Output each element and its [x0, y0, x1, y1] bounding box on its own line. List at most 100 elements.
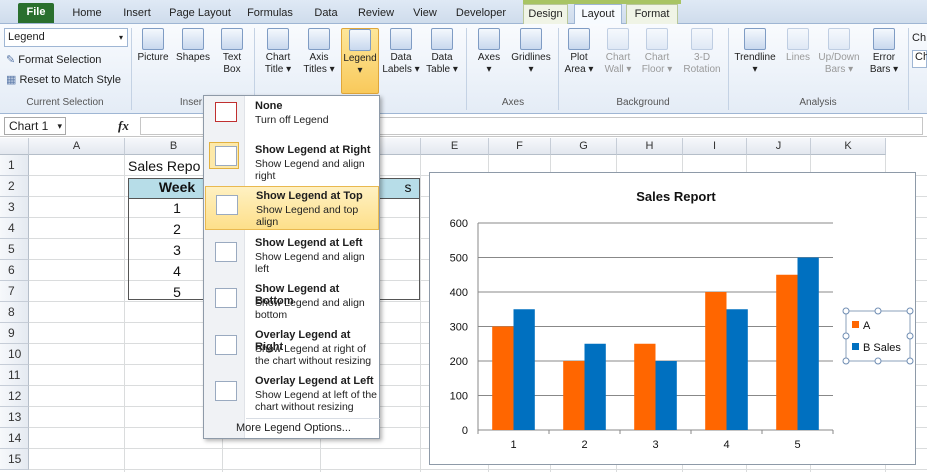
gridlines-button[interactable]: Gridlines ▾ — [508, 28, 554, 76]
tab-review[interactable]: Review — [354, 4, 398, 24]
error-bars-label-1: Error — [872, 52, 896, 63]
tab-insert[interactable]: Insert — [118, 4, 156, 24]
menu-item-overlay-right[interactable]: Overlay Legend at Right Show Legend at r… — [205, 326, 379, 372]
row-header-14[interactable]: 14 — [0, 428, 29, 449]
chart-title-button[interactable]: Chart Title ▾ — [259, 28, 297, 76]
picture-icon — [142, 28, 164, 50]
row-header-8[interactable]: 8 — [0, 302, 29, 323]
x-tick-label: 3 — [652, 439, 658, 451]
column-header-a[interactable]: A — [29, 138, 125, 155]
selection-handle — [874, 357, 882, 365]
data-labels-button[interactable]: Data Labels ▾ — [381, 28, 421, 76]
name-box[interactable]: Chart 1 ▾ — [4, 117, 66, 135]
trendline-button[interactable]: Trendline ▾ — [731, 28, 779, 76]
tab-view[interactable]: View — [407, 4, 443, 24]
data-table-button[interactable]: Data Table ▾ — [422, 28, 462, 76]
error-bars-icon — [873, 28, 895, 50]
row-header-5[interactable]: 5 — [0, 239, 29, 260]
menu-item-legend-right[interactable]: Show Legend at Right Show Legend and ali… — [205, 140, 379, 184]
menu-item-none[interactable]: None Turn off Legend — [205, 98, 379, 136]
chart-wall-button[interactable]: Chart Wall ▾ — [601, 28, 635, 76]
shapes-button[interactable]: Shapes — [173, 28, 213, 64]
group-separator — [131, 28, 132, 110]
row-header-7[interactable]: 7 — [0, 281, 29, 302]
bar-a — [492, 326, 514, 430]
gridlines-label: Gridlines — [511, 52, 551, 63]
y-tick-label: 400 — [450, 287, 468, 299]
text-box-button[interactable]: Text Box — [215, 28, 249, 76]
chevron-down-icon: ▾ — [357, 65, 363, 76]
reset-to-match-style-button[interactable]: ▦ Reset to Match Style — [6, 73, 121, 87]
tab-home[interactable]: Home — [68, 4, 106, 24]
row-header-6[interactable]: 6 — [0, 260, 29, 281]
shapes-label: Shapes — [176, 52, 210, 63]
axes-button[interactable]: Axes ▾ — [472, 28, 506, 76]
selection-handle — [874, 307, 882, 315]
3d-rotation-button[interactable]: 3-D Rotation — [680, 28, 724, 76]
column-header-k[interactable]: K — [811, 138, 886, 155]
tab-data[interactable]: Data — [308, 4, 344, 24]
row-header-4[interactable]: 4 — [0, 218, 29, 239]
tab-formulas[interactable]: Formulas — [243, 4, 297, 24]
menu-item-legend-bottom[interactable]: Show Legend at Bottom Show Legend and al… — [205, 280, 379, 324]
plot-area-button[interactable]: Plot Area ▾ — [562, 28, 596, 76]
row-header-3[interactable]: 3 — [0, 197, 29, 218]
chart-object[interactable]: Sales Report 0 100 200 300 400 500 600 1 2 3 4 5 A B S… — [429, 172, 916, 465]
row-header-9[interactable]: 9 — [0, 323, 29, 344]
tab-design[interactable]: Design — [523, 4, 568, 24]
row-header-2[interactable]: 2 — [0, 176, 29, 197]
row-header-12[interactable]: 12 — [0, 386, 29, 407]
ribbon: Legend ▾ ✎ Format Selection ▦ Reset to M… — [0, 24, 927, 114]
tab-layout[interactable]: Layout — [574, 4, 622, 25]
group-separator — [466, 28, 467, 110]
cell-title[interactable]: Sales Repo — [128, 158, 208, 174]
chart-floor-button[interactable]: Chart Floor ▾ — [638, 28, 676, 76]
menu-item-title: More Legend Options... — [236, 422, 351, 434]
error-bars-button[interactable]: Error Bars ▾ — [866, 28, 902, 76]
data-table-icon — [431, 28, 453, 50]
y-tick-label: 200 — [450, 356, 468, 368]
plot-area-icon — [568, 28, 590, 50]
row-header-10[interactable]: 10 — [0, 344, 29, 365]
column-header-f[interactable]: F — [489, 138, 551, 155]
data-table-label-1: Data — [431, 52, 453, 63]
lines-icon — [787, 28, 809, 50]
picture-button[interactable]: Picture — [134, 28, 172, 64]
menu-item-overlay-left[interactable]: Overlay Legend at Left Show Legend at le… — [205, 372, 379, 418]
ribbon-tab-bar: File Home Insert Page Layout Formulas Da… — [0, 0, 927, 25]
chart-name-field[interactable]: Ch — [912, 50, 927, 68]
row-header-15[interactable]: 15 — [0, 449, 29, 470]
format-selection-button[interactable]: ✎ Format Selection — [6, 53, 101, 67]
bar-a — [563, 361, 585, 430]
column-header-g[interactable]: G — [551, 138, 617, 155]
y-tick-label: 600 — [450, 218, 468, 230]
plot-area-label-1: Plot — [570, 52, 588, 63]
axis-titles-button[interactable]: Axis Titles ▾ — [299, 28, 339, 76]
selection-handle — [906, 357, 914, 365]
tab-developer[interactable]: Developer — [452, 4, 510, 24]
tab-file[interactable]: File — [18, 3, 54, 23]
menu-item-legend-left[interactable]: Show Legend at Left Show Legend and alig… — [205, 234, 379, 278]
up-down-bars-icon — [828, 28, 850, 50]
legend-button[interactable]: Legend ▾ — [341, 28, 379, 94]
cell-header-fragment[interactable]: s — [398, 179, 418, 195]
row-header-11[interactable]: 11 — [0, 365, 29, 386]
menu-item-legend-top[interactable]: Show Legend at Top Show Legend and top a… — [205, 186, 379, 230]
column-header-h[interactable]: H — [617, 138, 683, 155]
group-label-current-selection: Current Selection — [26, 97, 104, 108]
up-down-bars-button[interactable]: Up/Down Bars ▾ — [815, 28, 863, 76]
tab-format[interactable]: Format — [626, 4, 678, 24]
row-header-1[interactable]: 1 — [0, 155, 29, 176]
menu-item-more-legend-options[interactable]: More Legend Options... — [205, 420, 379, 438]
tab-page-layout[interactable]: Page Layout — [168, 4, 232, 24]
column-header-i[interactable]: I — [683, 138, 747, 155]
chart-title-icon — [267, 28, 289, 50]
column-header-j[interactable]: J — [747, 138, 811, 155]
chart-elements-dropdown[interactable]: Legend ▾ — [4, 28, 128, 47]
function-icon[interactable]: fx — [118, 118, 129, 134]
column-header-e[interactable]: E — [421, 138, 489, 155]
chart-floor-label-1: Chart — [644, 52, 670, 63]
select-all-corner[interactable] — [0, 138, 29, 155]
lines-button[interactable]: Lines — [783, 28, 813, 64]
row-header-13[interactable]: 13 — [0, 407, 29, 428]
